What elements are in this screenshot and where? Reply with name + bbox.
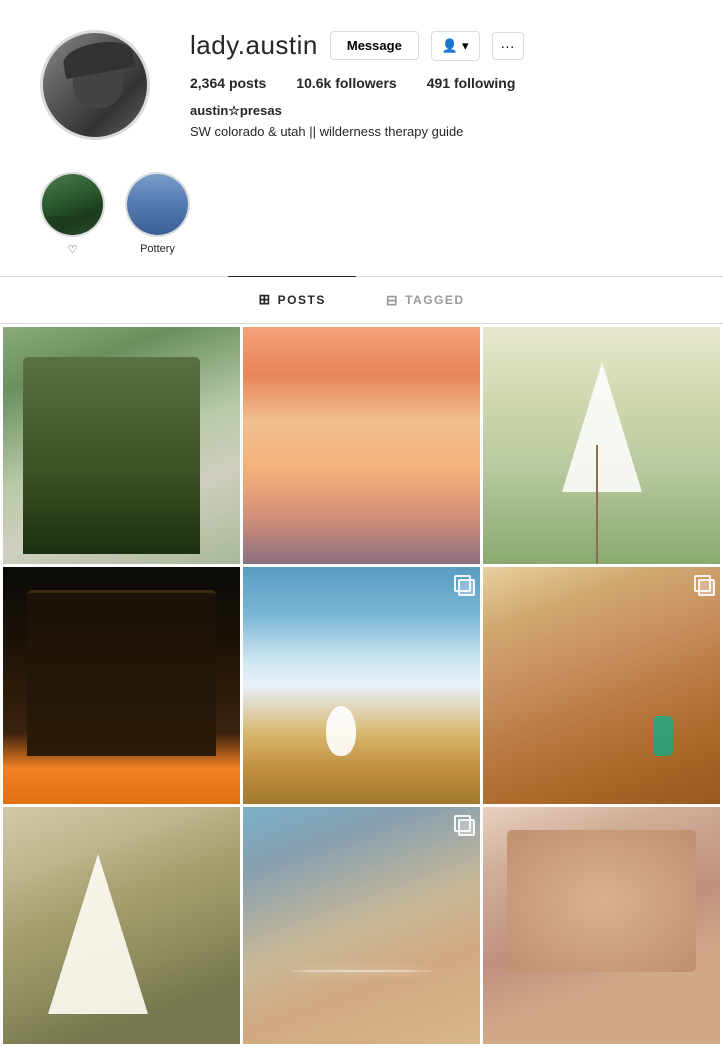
post-item-3[interactable] <box>483 327 720 564</box>
post-image-4 <box>3 567 240 804</box>
tab-posts[interactable]: ⊞ POSTS <box>228 276 355 323</box>
bio-description: SW colorado & utah || wilderness therapy… <box>190 122 683 142</box>
tagged-tab-label: TAGGED <box>405 293 464 307</box>
followers-stat[interactable]: 10.6k followers <box>296 75 396 91</box>
posts-grid <box>0 324 723 1047</box>
following-count: 491 <box>427 75 450 91</box>
highlight-item-0[interactable]: ♡ <box>40 172 105 256</box>
profile-section: lady.austin Message 👤 ▾ ··· 2,364 posts … <box>0 0 723 162</box>
post-image-1 <box>3 327 240 564</box>
chevron-down-icon: ▾ <box>462 38 469 54</box>
tagged-tab-icon: ⊟ <box>386 292 399 309</box>
highlight-label-0: ♡ <box>68 243 78 256</box>
following-stat[interactable]: 491 following <box>427 75 516 91</box>
highlight-label-1: Pottery <box>140 243 175 255</box>
followers-count: 10.6k <box>296 75 331 91</box>
post-image-9 <box>483 807 720 1044</box>
posts-tab-icon: ⊞ <box>258 291 271 308</box>
post-item-6[interactable] <box>483 567 720 804</box>
following-label: following <box>454 75 515 91</box>
post-image-8 <box>243 807 480 1044</box>
avatar-container <box>40 30 150 140</box>
highlight-item-1[interactable]: Pottery <box>125 172 190 256</box>
posts-label: posts <box>229 75 266 91</box>
posts-tab-label: POSTS <box>278 293 326 307</box>
more-options-button[interactable]: ··· <box>492 32 524 60</box>
post-item-1[interactable] <box>3 327 240 564</box>
follow-dropdown-button[interactable]: 👤 ▾ <box>431 31 480 61</box>
multi-image-icon-6 <box>694 575 712 593</box>
stats-row: 2,364 posts 10.6k followers 491 followin… <box>190 75 683 91</box>
post-item-7[interactable] <box>3 807 240 1044</box>
bio-name: austin☆presas <box>190 103 683 119</box>
post-image-7 <box>3 807 240 1044</box>
avatar[interactable] <box>40 30 150 140</box>
post-item-8[interactable] <box>243 807 480 1044</box>
followers-label: followers <box>335 75 396 91</box>
multi-image-icon-5 <box>454 575 472 593</box>
profile-info: lady.austin Message 👤 ▾ ··· 2,364 posts … <box>190 30 683 142</box>
username: lady.austin <box>190 30 318 61</box>
post-item-9[interactable] <box>483 807 720 1044</box>
post-image-3 <box>483 327 720 564</box>
posts-stat[interactable]: 2,364 posts <box>190 75 266 91</box>
multi-image-icon-8 <box>454 815 472 833</box>
post-image-5 <box>243 567 480 804</box>
posts-count: 2,364 <box>190 75 225 91</box>
person-icon: 👤 <box>442 38 458 54</box>
message-button[interactable]: Message <box>330 31 419 60</box>
highlights-section: ♡ Pottery <box>0 162 723 277</box>
post-item-5[interactable] <box>243 567 480 804</box>
tab-tagged[interactable]: ⊟ TAGGED <box>356 277 495 323</box>
post-item-2[interactable] <box>243 327 480 564</box>
highlight-circle-1 <box>125 172 190 237</box>
post-image-6 <box>483 567 720 804</box>
highlight-circle-0 <box>40 172 105 237</box>
post-item-4[interactable] <box>3 567 240 804</box>
profile-top-row: lady.austin Message 👤 ▾ ··· <box>190 30 683 61</box>
post-image-2 <box>243 327 480 564</box>
tabs-section: ⊞ POSTS ⊟ TAGGED <box>0 277 723 324</box>
